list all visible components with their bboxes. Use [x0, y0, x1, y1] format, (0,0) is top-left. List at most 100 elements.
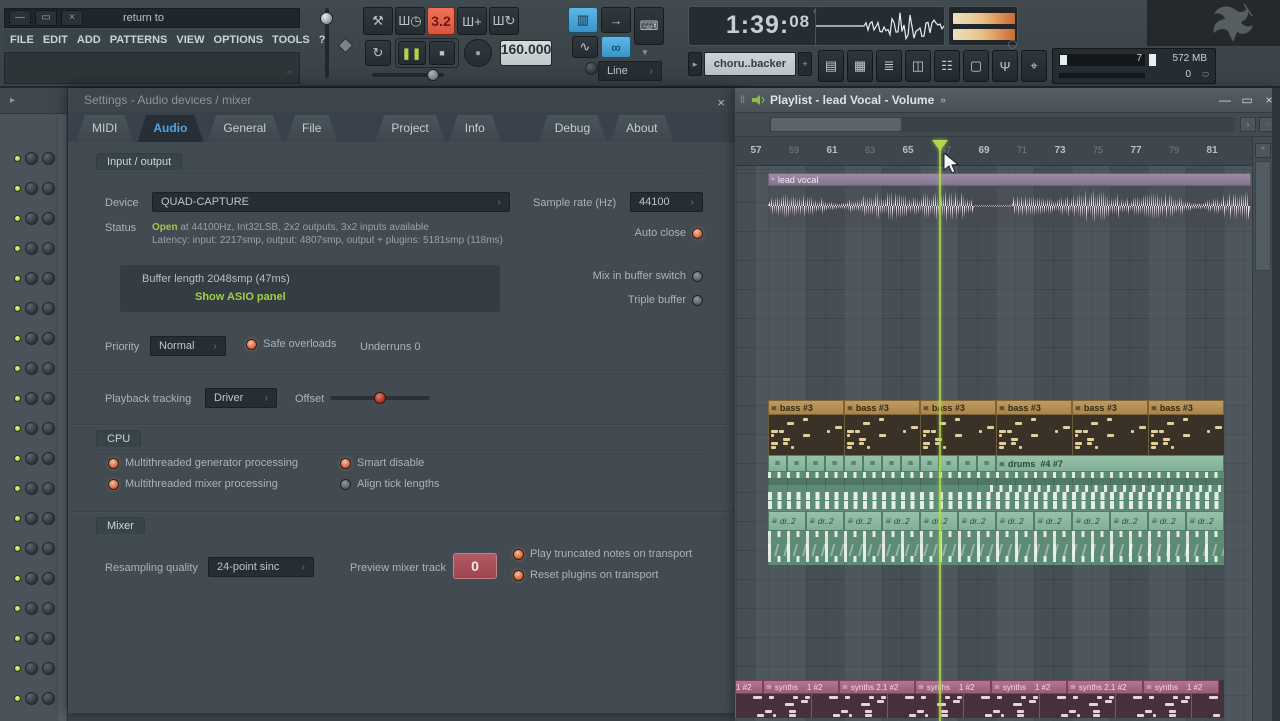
pattern-clip-dr2[interactable]: ≣dr..2 [1072, 511, 1110, 531]
grip-icon[interactable]: ‖ [740, 95, 745, 106]
mixer-option-0[interactable]: Play truncated notes on transport [513, 548, 692, 560]
pattern-selector[interactable]: choru..backer [704, 52, 796, 76]
pattern-clip-synth[interactable]: ≣synths 1 #2 [915, 680, 991, 694]
pattern-clip-drum[interactable]: ≣ [920, 455, 939, 472]
stop-button[interactable]: ■ [429, 41, 455, 65]
safe-overloads-option[interactable]: Safe overloads [246, 338, 336, 350]
follow-playback-button[interactable]: → [601, 7, 631, 33]
channel-row[interactable] [0, 293, 60, 323]
playlist-vscrollbar[interactable]: ⌃ [1252, 137, 1272, 721]
metronome-button[interactable]: ⚒ [363, 7, 393, 35]
plugin-picker-button[interactable]: ▢ [963, 50, 989, 82]
playlist-hscroll-thumb[interactable] [771, 118, 901, 131]
tab-midi[interactable]: MIDI [76, 115, 133, 142]
pattern-clip-dr2[interactable]: ≣dr..2 [882, 511, 920, 531]
pattern-clip-synth[interactable]: ≣synths 1 #2 [763, 680, 839, 694]
channel-row[interactable] [0, 233, 60, 263]
pattern-clip-drum[interactable]: ≣ [901, 455, 920, 472]
playlist-title-bar[interactable]: ‖ Playlist - lead Vocal - Volume » — ▭ × [735, 88, 1280, 113]
channel-row[interactable] [0, 503, 60, 533]
mixer-option-0-led[interactable] [513, 549, 524, 560]
browser-panel-button[interactable]: ☷ [934, 50, 960, 82]
priority-dropdown[interactable]: Normal › [150, 336, 226, 356]
tab-info[interactable]: Info [449, 115, 501, 142]
channel-row[interactable] [0, 563, 60, 593]
pattern-clip-dr2[interactable]: ≣dr..2 [1186, 511, 1224, 531]
chevron-down-icon[interactable]: ▼ [641, 48, 649, 57]
pattern-clip-dr2[interactable]: ≣dr..2 [1034, 511, 1072, 531]
channel-row[interactable] [0, 713, 60, 721]
playback-tracking-dropdown[interactable]: Driver › [205, 388, 277, 408]
device-dropdown[interactable]: QUAD-CAPTURE › [152, 192, 510, 212]
countdown-display[interactable]: 3.2 [427, 7, 455, 35]
menu-file[interactable]: FILE [10, 34, 34, 46]
piano-roll-button[interactable]: ≣ [876, 50, 902, 82]
sample-rate-dropdown[interactable]: 44100 › [630, 192, 703, 212]
channel-row[interactable] [0, 383, 60, 413]
cpu-option-1-led[interactable] [108, 479, 119, 490]
drums-track-block[interactable]: ≣≣≣≣≣≣≣≣≣≣≣≣≣drums #4 #7 ≣dr..2≣dr..2≣dr… [768, 455, 1224, 565]
meter-options-icon[interactable] [1008, 40, 1017, 49]
timeline-ruler[interactable]: 57596163656769717375777981 [735, 137, 1280, 166]
pattern-clip-drum[interactable]: ≣ [977, 455, 996, 472]
step-edit-button[interactable]: Ш+ [457, 7, 487, 35]
channel-row[interactable] [0, 473, 60, 503]
menu-view[interactable]: VIEW [176, 34, 204, 46]
playlist-track-area[interactable]: ≈ lead vocal ≣bass #3≣bass #3≣bass #3≣ba… [735, 166, 1280, 721]
playlist-panel-button[interactable]: ▤ [818, 50, 844, 82]
repeat-button[interactable]: ↻ [365, 40, 391, 66]
wait-for-input-button[interactable]: Ш◷ [395, 7, 425, 35]
pattern-clip-dr2[interactable]: ≣dr..2 [806, 511, 844, 531]
pattern-clip-drum[interactable]: ≣ [863, 455, 882, 472]
pattern-clip-dr2[interactable]: ≣dr..2 [1148, 511, 1186, 531]
link-button[interactable]: ∞ [601, 36, 631, 58]
pattern-clip-synth[interactable]: ≣synths 1 #2 [991, 680, 1067, 694]
channel-rack-header[interactable]: ▸ [0, 88, 68, 114]
cpu-option-r1-led[interactable] [340, 479, 351, 490]
pattern-clip-drum[interactable]: ≣ [768, 455, 787, 472]
loop-record-button[interactable]: Ш↻ [489, 7, 519, 35]
channel-row[interactable] [0, 323, 60, 353]
minimize-button[interactable]: — [9, 10, 31, 26]
pattern-clip-drum[interactable]: ≣ [882, 455, 901, 472]
cpu-option-1[interactable]: Multithreaded mixer processing [108, 478, 278, 490]
tab-general[interactable]: General [207, 115, 282, 142]
show-asio-link[interactable]: Show ASIO panel [195, 291, 286, 303]
preview-track-value[interactable]: 0 [453, 553, 497, 579]
cpu-option-r0[interactable]: Smart disable [340, 457, 424, 469]
settings-title-bar[interactable]: Settings - Audio devices / mixer × [68, 88, 735, 112]
menu-add[interactable]: ADD [77, 34, 101, 46]
pattern-clip-dr2[interactable]: ≣dr..2 [996, 511, 1034, 531]
pattern-clip-synth[interactable]: 1 #2 [735, 680, 763, 694]
swing-button[interactable]: ∿ [572, 36, 598, 58]
pattern-clip-bass[interactable]: ≣bass #3 [996, 400, 1072, 415]
channel-row[interactable] [0, 173, 60, 203]
synths-track-block[interactable]: 1 #2≣synths 1 #2≣synths 2.1 #2≣synths 1 … [735, 680, 1224, 718]
pattern-clip-dr2[interactable]: ≣dr..2 [1110, 511, 1148, 531]
tab-project[interactable]: Project [375, 115, 444, 142]
record-button[interactable]: ● [464, 39, 492, 67]
playlist-vscroll-thumb[interactable] [1255, 161, 1271, 271]
channel-row[interactable] [0, 413, 60, 443]
tab-file[interactable]: File [286, 115, 337, 142]
pattern-clip-drum[interactable]: ≣ [806, 455, 825, 472]
maximize-button[interactable]: ▭ [35, 10, 57, 26]
cpu-option-r1[interactable]: Align tick lengths [340, 478, 440, 490]
channel-rack-scrollbar[interactable] [59, 114, 66, 721]
menu-options[interactable]: OPTIONS [214, 34, 264, 46]
tab-audio[interactable]: Audio [137, 115, 203, 142]
menu-patterns[interactable]: PATTERNS [110, 34, 168, 46]
channel-row[interactable] [0, 623, 60, 653]
pattern-next-button[interactable]: + [798, 52, 812, 76]
safe-overloads-led[interactable] [246, 339, 257, 350]
auto-close-led[interactable] [692, 228, 703, 239]
shuffle-slider-knob[interactable] [427, 69, 439, 81]
channel-row[interactable] [0, 143, 60, 173]
pattern-clip-drum[interactable]: ≣ [844, 455, 863, 472]
master-volume-knob[interactable] [320, 12, 333, 25]
song-mode-switch[interactable]: ▥ [568, 7, 598, 33]
pattern-clip-synth[interactable]: ≣synths 2.1 #2 [1067, 680, 1143, 694]
channel-row[interactable] [0, 263, 60, 293]
channel-rack-button[interactable]: ▦ [847, 50, 873, 82]
scroll-right-button[interactable]: › [1240, 117, 1256, 132]
